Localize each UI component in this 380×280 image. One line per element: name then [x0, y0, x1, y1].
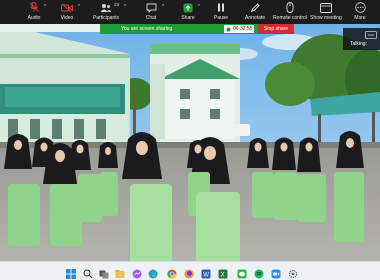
svg-text:X: X	[221, 273, 225, 279]
share-timer: 06:32:55	[224, 25, 254, 33]
students-group	[4, 131, 364, 261]
share-timer-text: 06:32:55	[233, 26, 253, 32]
line-icon[interactable]	[237, 266, 247, 279]
task-view-icon[interactable]	[99, 266, 109, 279]
zoom-icon[interactable]	[271, 266, 281, 279]
collapse-icon[interactable]	[365, 31, 377, 39]
annotate-button[interactable]: Annotate	[244, 0, 266, 24]
messenger-icon[interactable]	[132, 266, 142, 279]
excel-icon[interactable]: X	[218, 266, 228, 279]
video-camera-icon	[61, 0, 73, 15]
chat-bubble-icon	[146, 0, 157, 15]
share-button[interactable]: Share	[179, 0, 197, 24]
chat-label: Chat	[145, 15, 157, 21]
more-label: More	[354, 15, 366, 21]
window-icon	[320, 0, 332, 15]
microphone-muted-icon	[29, 0, 39, 15]
spotify-icon[interactable]	[254, 266, 264, 279]
edge-icon[interactable]	[148, 266, 158, 279]
windows-start-icon[interactable]	[66, 266, 76, 279]
stop-share-label: Stop share	[263, 26, 289, 32]
video-label: Video	[60, 15, 74, 21]
screen-share-window: Audio ^ Video ^ Participants 23 ^ Chat ^	[0, 0, 380, 280]
share-label: Share	[181, 15, 195, 21]
audio-button[interactable]: Audio	[26, 0, 42, 24]
chat-options-caret[interactable]: ^	[162, 4, 164, 10]
participants-label: Participants	[92, 15, 120, 21]
pause-icon	[217, 0, 225, 15]
show-meeting-label: Show meeting	[310, 15, 342, 21]
screen-sharing-text: You are screen sharing	[121, 26, 173, 32]
more-button[interactable]: More	[352, 0, 368, 24]
participants-options-caret[interactable]: ^	[124, 4, 126, 10]
shared-screen-video	[0, 24, 380, 261]
search-icon[interactable]	[83, 266, 93, 279]
video-options-caret[interactable]: ^	[78, 4, 80, 10]
windows-taskbar: W X	[0, 261, 380, 280]
firefox-icon[interactable]	[184, 266, 194, 279]
audio-label: Audio	[27, 15, 41, 21]
meeting-toolbar: Audio ^ Video ^ Participants 23 ^ Chat ^	[0, 0, 380, 24]
remote-control-button[interactable]: Remote control	[272, 0, 308, 24]
share-options-caret[interactable]: ^	[198, 4, 200, 10]
audio-options-caret[interactable]: ^	[44, 4, 46, 10]
show-meeting-button[interactable]: Show meeting	[310, 0, 342, 24]
chrome-icon[interactable]	[167, 266, 177, 279]
talking-indicator: Talking:	[350, 41, 367, 47]
file-explorer-icon[interactable]	[115, 266, 125, 278]
word-icon[interactable]: W	[201, 266, 211, 279]
video-button[interactable]: Video	[58, 0, 76, 24]
people-icon	[100, 0, 112, 15]
chat-button[interactable]: Chat	[142, 0, 160, 24]
stop-share-button[interactable]: Stop share	[258, 24, 294, 34]
participants-count: 23	[114, 2, 120, 7]
svg-text:W: W	[203, 273, 209, 279]
pencil-icon	[250, 0, 260, 15]
remote-control-label: Remote control	[273, 15, 307, 21]
settings-icon[interactable]	[288, 266, 298, 279]
annotate-label: Annotate	[244, 15, 266, 21]
pause-label: Pause	[213, 15, 229, 21]
mouse-icon	[286, 0, 294, 15]
shield-icon	[226, 27, 231, 31]
pause-share-button[interactable]: Pause	[212, 0, 230, 24]
ellipsis-icon	[354, 0, 366, 15]
share-arrow-icon	[183, 0, 193, 15]
